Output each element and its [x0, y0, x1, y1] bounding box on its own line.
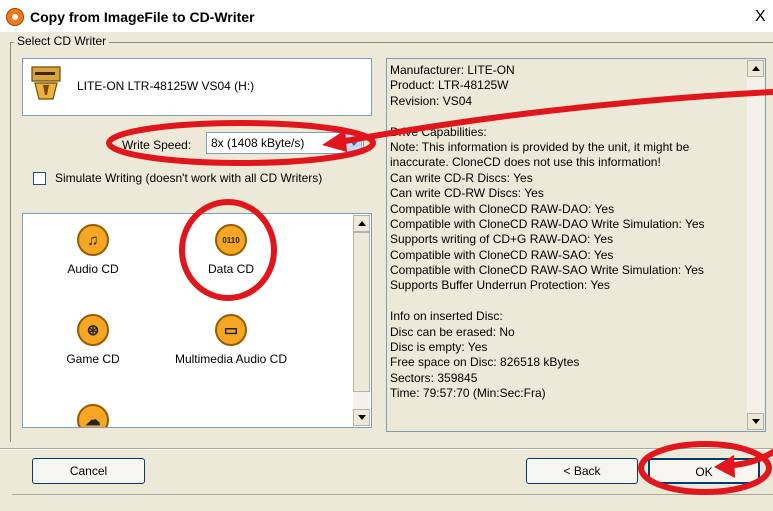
- profile-label: Game CD: [66, 352, 120, 366]
- profile-data-cd[interactable]: 0110 Data CD: [191, 224, 271, 276]
- info-line: [390, 294, 745, 309]
- write-speed-value: 8x (1408 kByte/s): [211, 136, 305, 150]
- info-line: Supports writing of CD+G RAW-DAO: Yes: [390, 232, 614, 247]
- profile-label: Multimedia Audio CD: [174, 352, 288, 366]
- info-line: Free space on Disc: 826518 kBytes: [390, 355, 580, 370]
- info-line: Compatible with CloneCD RAW-SAO: Yes: [390, 247, 614, 262]
- write-speed-select[interactable]: 8x (1408 kByte/s): [206, 132, 364, 154]
- music-note-icon: ♫: [77, 224, 109, 256]
- drive-info-text: Manufacturer: LITE-ON Product: LTR-48125W…: [390, 63, 745, 402]
- scroll-down-icon[interactable]: [353, 409, 370, 426]
- info-line: Compatible with CloneCD RAW-DAO: Yes: [390, 201, 615, 216]
- info-line: Disc is empty: Yes: [390, 340, 488, 355]
- cd-writer-list[interactable]: LITE-ON LTR-48125W VS04 (H:): [22, 58, 372, 116]
- info-line: Disc can be erased: No: [390, 324, 515, 339]
- info-line: Compatible with CloneCD RAW-DAO Write Si…: [390, 216, 705, 231]
- info-line: Note: This information is provided by th…: [390, 139, 690, 154]
- ok-button[interactable]: OK: [648, 458, 760, 484]
- scroll-up-icon[interactable]: [353, 215, 370, 232]
- scroll-thumb[interactable]: [353, 232, 370, 392]
- info-line: Sectors: 359845: [390, 370, 478, 385]
- protected-disc-icon: ☁: [77, 404, 109, 427]
- profile-audio-cd[interactable]: ♫ Audio CD: [53, 224, 133, 276]
- info-line: Revision: VS04: [390, 93, 473, 108]
- profile-label: Audio CD: [67, 262, 119, 276]
- scroll-up-icon[interactable]: [747, 60, 764, 77]
- write-speed-label: Write Speed:: [122, 138, 192, 152]
- profile-list-scrollbar[interactable]: [353, 215, 370, 426]
- game-disc-icon: ⊛: [77, 314, 109, 346]
- monitor-icon: ▭: [215, 314, 247, 346]
- chevron-down-icon[interactable]: [345, 134, 362, 152]
- binary-data-icon: 0110: [215, 224, 247, 256]
- clonecd-app-icon: [6, 8, 24, 26]
- drive-info-panel[interactable]: Manufacturer: LITE-ON Product: LTR-48125W…: [386, 58, 766, 432]
- bottom-separator: [0, 448, 773, 450]
- cd-writer-item: LITE-ON LTR-48125W VS04 (H:): [77, 79, 255, 93]
- info-line: Time: 79:57:70 (Min:Sec:Fra): [390, 386, 546, 401]
- info-scrollbar[interactable]: [747, 60, 764, 430]
- group-legend: Select CD Writer: [14, 34, 110, 48]
- profile-game-cd[interactable]: ⊛ Game CD: [53, 314, 133, 366]
- cd-drive-icon: [31, 66, 61, 100]
- back-button[interactable]: < Back: [526, 458, 638, 484]
- info-line: inaccurate. CloneCD does not use this in…: [390, 155, 661, 170]
- status-bar: [12, 494, 773, 511]
- close-button[interactable]: X: [755, 8, 766, 26]
- simulate-checkbox[interactable]: [33, 172, 46, 185]
- info-line: Drive Capabilities:: [390, 124, 487, 139]
- profile-label: Data CD: [207, 262, 254, 276]
- info-line: Manufacturer: LITE-ON: [390, 63, 515, 77]
- scroll-down-icon[interactable]: [747, 413, 764, 430]
- info-line: Product: LTR-48125W: [390, 78, 509, 93]
- info-line: [390, 109, 745, 124]
- info-line: Info on inserted Disc:: [390, 309, 503, 324]
- info-line: Can write CD-R Discs: Yes: [390, 170, 533, 185]
- profile-protected-pc-game[interactable]: ☁: [53, 404, 133, 427]
- info-line: Can write CD-RW Discs: Yes: [390, 186, 544, 201]
- info-line: Compatible with CloneCD RAW-SAO Write Si…: [390, 263, 704, 278]
- info-line: Supports Buffer Underrun Protection: Yes: [390, 278, 610, 293]
- cancel-button[interactable]: Cancel: [32, 458, 145, 484]
- copy-profile-list[interactable]: ♫ Audio CD 0110 Data CD ⊛ Game CD ▭ Mult…: [22, 213, 372, 428]
- window-title: Copy from ImageFile to CD-Writer: [30, 9, 255, 25]
- title-bar: Copy from ImageFile to CD-Writer X: [0, 0, 773, 32]
- simulate-label: Simulate Writing (doesn't work with all …: [55, 171, 323, 185]
- profile-multimedia-audio-cd[interactable]: ▭ Multimedia Audio CD: [161, 314, 301, 366]
